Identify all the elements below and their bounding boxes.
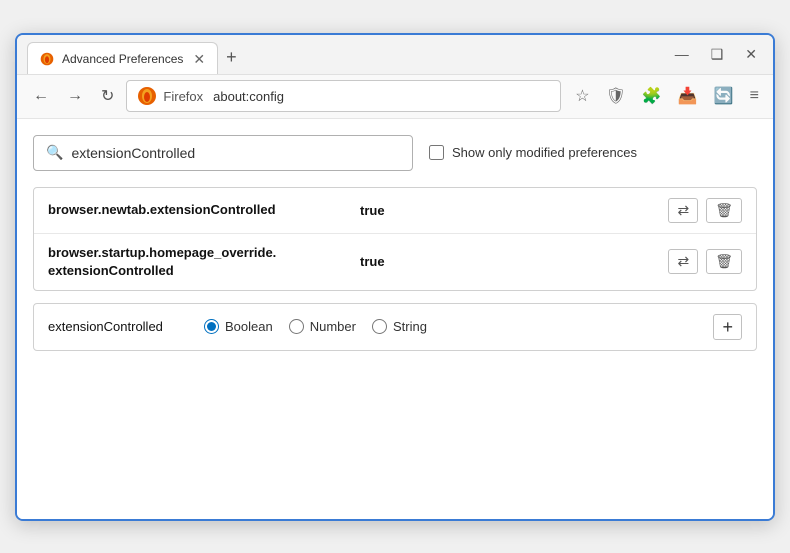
browser-tab[interactable]: Advanced Preferences ✕ <box>27 42 218 74</box>
tab-favicon <box>40 52 54 66</box>
table-row: browser.newtab.extensionControlled true … <box>34 188 756 234</box>
nav-bar: ← → ↻ Firefox about:config ☆ 🛡 🧩 📥 🔄 ≡ <box>17 75 773 119</box>
shield-button[interactable]: 🛡 <box>602 84 630 108</box>
browser-name: Firefox <box>163 89 203 104</box>
new-pref-name: extensionControlled <box>48 319 188 334</box>
new-tab-button[interactable]: + <box>218 44 245 70</box>
show-modified-label[interactable]: Show only modified preferences <box>429 145 637 160</box>
menu-button[interactable]: ≡ <box>746 85 763 107</box>
extension-button[interactable]: 🧩 <box>638 84 666 108</box>
delete-icon-2: 🗑 <box>715 253 733 270</box>
results-table: browser.newtab.extensionControlled true … <box>33 187 757 291</box>
history-button[interactable]: 🔄 <box>710 84 738 108</box>
toggle-button-2[interactable]: ⇄ <box>668 249 698 274</box>
search-row: 🔍 Show only modified preferences <box>33 135 757 171</box>
toggle-button-1[interactable]: ⇄ <box>668 198 698 223</box>
search-box: 🔍 <box>33 135 413 171</box>
radio-number-input[interactable] <box>289 319 304 334</box>
pref-name-2-line2: extensionControlled <box>48 263 174 278</box>
nav-icons: ☆ 🛡 🧩 📥 🔄 ≡ <box>571 84 763 108</box>
tab-close-button[interactable]: ✕ <box>191 52 207 66</box>
toggle-icon-1: ⇄ <box>677 202 689 219</box>
title-bar: Advanced Preferences ✕ + — ❑ ✕ <box>17 35 773 75</box>
window-controls: — ❑ ✕ <box>669 44 763 71</box>
radio-number-label: Number <box>310 319 356 334</box>
tab-title: Advanced Preferences <box>62 52 183 66</box>
delete-button-2[interactable]: 🗑 <box>706 249 742 274</box>
radio-string-label: String <box>393 319 427 334</box>
show-modified-checkbox[interactable] <box>429 145 444 160</box>
delete-button-1[interactable]: 🗑 <box>706 198 742 223</box>
pref-name-2: browser.startup.homepage_override. exten… <box>48 244 348 280</box>
delete-icon-1: 🗑 <box>715 202 733 219</box>
radio-number[interactable]: Number <box>289 319 356 334</box>
refresh-button[interactable]: ↻ <box>95 82 120 110</box>
close-window-button[interactable]: ✕ <box>739 44 763 65</box>
add-pref-button[interactable]: + <box>713 314 742 340</box>
bookmark-button[interactable]: ☆ <box>571 84 593 108</box>
download-button[interactable]: 📥 <box>674 84 702 108</box>
radio-string-input[interactable] <box>372 319 387 334</box>
search-icon: 🔍 <box>46 144 63 161</box>
radio-string[interactable]: String <box>372 319 427 334</box>
pref-value-2: true <box>360 254 656 269</box>
row-actions-2: ⇄ 🗑 <box>668 249 742 274</box>
radio-boolean-input[interactable] <box>204 319 219 334</box>
search-input[interactable] <box>71 145 400 161</box>
firefox-logo <box>137 86 157 106</box>
pref-name-1: browser.newtab.extensionControlled <box>48 201 348 219</box>
radio-boolean-label: Boolean <box>225 319 273 334</box>
address-text: about:config <box>213 89 284 104</box>
minimize-button[interactable]: — <box>669 44 695 64</box>
row-actions-1: ⇄ 🗑 <box>668 198 742 223</box>
show-modified-text: Show only modified preferences <box>452 145 637 160</box>
radio-boolean[interactable]: Boolean <box>204 319 273 334</box>
address-bar[interactable]: Firefox about:config <box>126 80 561 112</box>
new-pref-row: extensionControlled Boolean Number Strin… <box>33 303 757 351</box>
main-content: 🔍 Show only modified preferences browser… <box>17 119 773 519</box>
pref-name-2-line1: browser.startup.homepage_override. <box>48 245 276 260</box>
toggle-icon-2: ⇄ <box>677 253 689 270</box>
pref-value-1: true <box>360 203 656 218</box>
forward-button[interactable]: → <box>61 83 89 109</box>
restore-button[interactable]: ❑ <box>705 44 730 65</box>
back-button[interactable]: ← <box>27 83 55 109</box>
radio-group: Boolean Number String <box>204 319 697 334</box>
table-row: browser.startup.homepage_override. exten… <box>34 234 756 290</box>
